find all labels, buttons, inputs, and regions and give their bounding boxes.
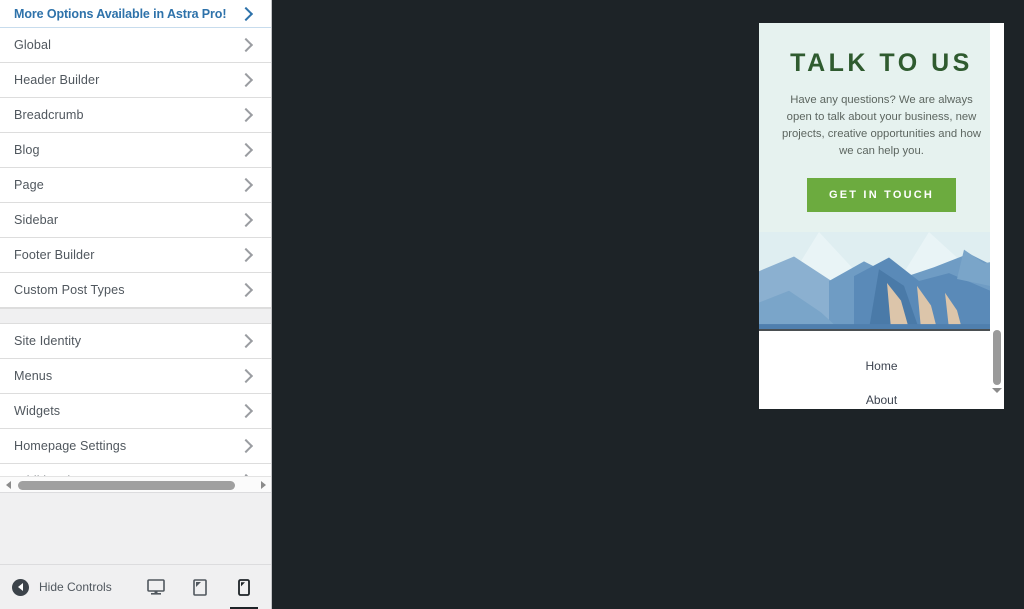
arrow-down-icon[interactable] [990,383,1004,397]
sidebar-item-label: Sidebar [14,213,59,227]
tablet-preview-button[interactable] [185,565,215,609]
hero-section: TALK TO US Have any questions? We are al… [759,23,1004,232]
desktop-preview-button[interactable] [141,565,171,609]
sidebar-item-label: More Options Available in Astra Pro! [14,6,227,21]
preview-nav-links: Home About [759,331,1004,409]
sidebar-item-page[interactable]: Page [0,168,271,203]
sidebar-item-site-identity[interactable]: Site Identity [0,324,271,359]
sidebar-item-label: Page [14,178,44,192]
customizer-sidebar: More Options Available in Astra Pro! Glo… [0,0,272,609]
sidebar-item-blog[interactable]: Blog [0,133,271,168]
chevron-right-icon [238,37,254,53]
mobile-preview-frame: TALK TO US Have any questions? We are al… [759,23,1004,409]
customizer-panel-list: More Options Available in Astra Pro! Glo… [0,0,271,492]
sidebar-footer: Hide Controls [0,564,271,609]
mountain-illustration [759,232,1004,331]
get-in-touch-button[interactable]: GET IN TOUCH [806,178,957,212]
chevron-right-icon [238,6,254,21]
sidebar-item-label: Global [14,38,52,52]
sidebar-item-label: Site Identity [14,334,82,348]
customizer-app: More Options Available in Astra Pro! Glo… [0,0,1024,609]
preview-vertical-scrollbar[interactable] [990,23,1004,409]
chevron-right-icon [238,403,254,419]
sidebar-item-breadcrumb[interactable]: Breadcrumb [0,98,271,133]
mountain-graphic [759,232,1004,329]
sidebar-item-label: Menus [14,369,53,383]
scrollbar-thumb[interactable] [18,480,235,490]
sidebar-empty-area [0,492,271,564]
device-preview-switcher [141,565,259,609]
chevron-right-icon [238,177,254,193]
chevron-right-icon [238,107,254,123]
scrollbar-thumb[interactable] [993,330,1001,385]
sidebar-item-custom-post-types[interactable]: Custom Post Types [0,273,271,308]
nav-link-home[interactable]: Home [759,359,1004,373]
hero-body-text: Have any questions? We are always open t… [781,94,982,157]
sidebar-item-label: Header Builder [14,73,100,87]
arrow-left-icon[interactable] [0,477,16,493]
sidebar-item-header-builder[interactable]: Header Builder [0,63,271,98]
sidebar-item-label: Breadcrumb [14,108,84,122]
chevron-right-icon [238,438,254,454]
arrow-right-icon[interactable] [255,477,271,493]
desktop-icon [147,579,165,595]
chevron-right-icon [238,368,254,384]
chevron-right-icon [238,282,254,298]
sidebar-item-sidebar[interactable]: Sidebar [0,203,271,238]
sidebar-section-divider [0,308,271,324]
tablet-icon [193,578,207,596]
sidebar-item-homepage-settings[interactable]: Homepage Settings [0,429,271,464]
chevron-right-icon [238,247,254,263]
sidebar-group-wordpress-options: Site Identity Menus Widgets Homepage Set… [0,324,271,492]
mobile-preview-button[interactable] [229,565,259,609]
sidebar-item-footer-builder[interactable]: Footer Builder [0,238,271,273]
scrollbar-track[interactable] [16,477,255,493]
sidebar-group-theme-options: Global Header Builder Breadcrumb Blog Pa… [0,28,271,308]
sidebar-horizontal-scrollbar[interactable] [0,476,271,492]
chevron-right-icon [238,142,254,158]
nav-link-about[interactable]: About [759,393,1004,407]
sidebar-item-widgets[interactable]: Widgets [0,394,271,429]
mobile-icon [238,578,250,596]
sidebar-item-label: Blog [14,143,40,157]
sidebar-item-label: Footer Builder [14,248,95,262]
hide-controls-label: Hide Controls [39,580,112,594]
scrollbar-track[interactable] [990,23,1004,385]
preview-workspace: TALK TO US Have any questions? We are al… [272,0,1024,609]
collapse-left-icon[interactable] [12,578,29,596]
sidebar-item-menus[interactable]: Menus [0,359,271,394]
sidebar-item-global[interactable]: Global [0,28,271,63]
sidebar-item-astra-pro[interactable]: More Options Available in Astra Pro! [0,0,271,28]
sidebar-item-label: Custom Post Types [14,283,125,297]
chevron-right-icon [238,333,254,349]
chevron-right-icon [238,212,254,228]
sidebar-item-label: Homepage Settings [14,439,127,453]
hero-title: TALK TO US [790,49,973,77]
chevron-right-icon [238,72,254,88]
sidebar-item-label: Widgets [14,404,61,418]
